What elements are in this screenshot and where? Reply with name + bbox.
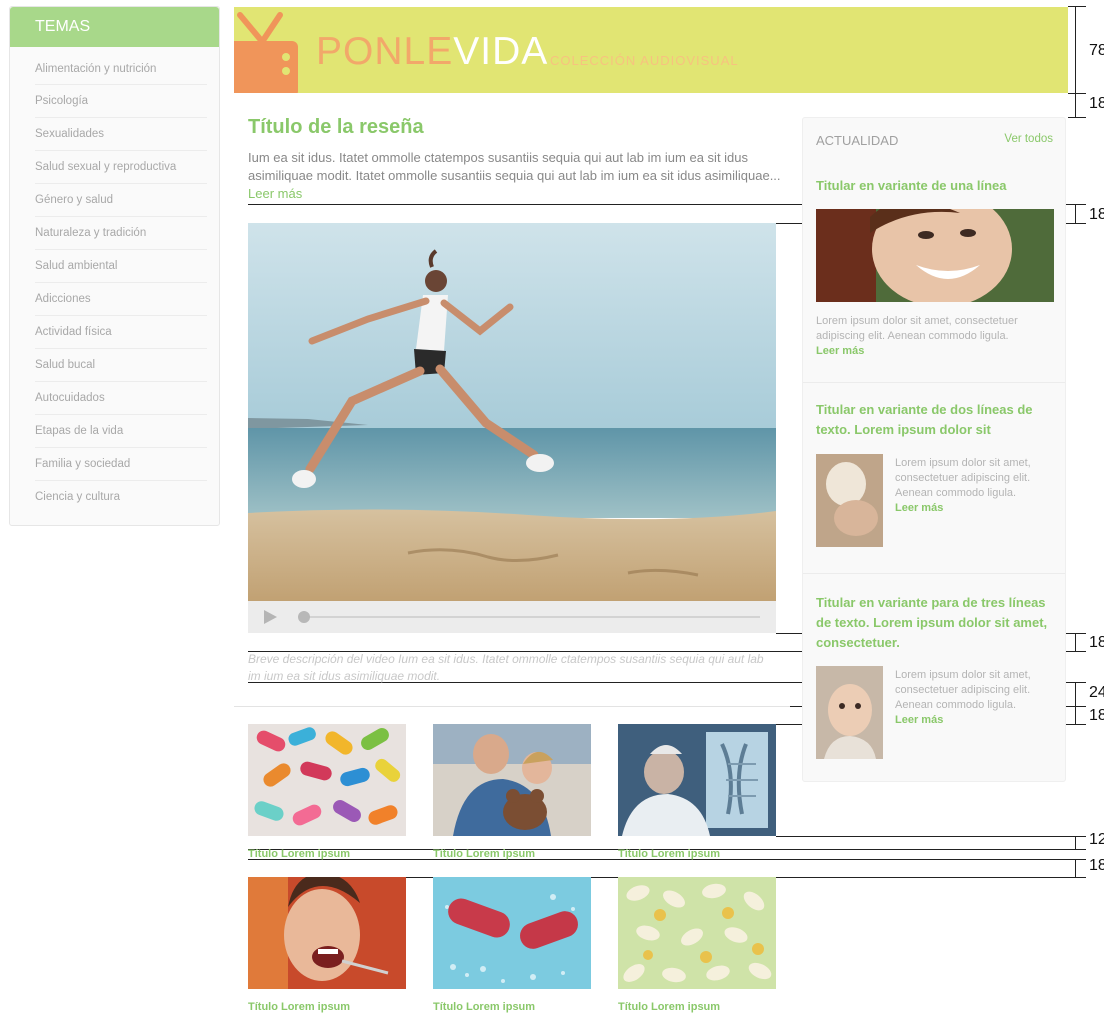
sidebar-item[interactable]: Salud bucal [35,349,207,382]
sidebar-item[interactable]: Autocuidados [35,382,207,415]
measure-bracket [1075,706,1076,724]
news-item-title[interactable]: Titular en variante de dos líneas de tex… [816,400,1061,440]
thumbnail-title[interactable]: Título Lorem ipsum [248,1001,350,1013]
thumbnail-title[interactable]: Título Lorem ipsum [433,1001,535,1013]
news-item-text: Lorem ipsum dolor sit amet, consectetuer… [895,668,1055,728]
brand-subtitle: COLECCIÓN AUDIOVISUAL [550,53,739,68]
news-separator [803,573,1065,574]
measure-line [1068,93,1086,94]
measure-bracket [1075,836,1076,849]
review-summary: Ium ea sit idus. Itatet ommolle ctatempo… [248,149,788,203]
play-icon[interactable] [264,610,277,624]
measure-label: 18 [1089,95,1104,112]
pills-photo-thumbnail[interactable] [248,724,406,836]
measure-label: 24 [1089,684,1104,701]
video-progress-handle[interactable] [298,611,310,623]
sidebar-item[interactable]: Alimentación y nutrición [35,47,207,85]
tablets-photo-thumbnail[interactable] [618,877,776,989]
sidebar-item[interactable]: Psicología [35,85,207,118]
sidebar-item[interactable]: Ciencia y cultura [35,481,207,514]
sidebar-item[interactable]: Sexualidades [35,118,207,151]
baby-photo[interactable] [816,666,883,759]
video-controls [248,601,776,633]
sidebar-item[interactable]: Etapas de la vida [35,415,207,448]
news-read-more[interactable]: Leer más [895,502,943,514]
xray-doctor-photo-thumbnail[interactable] [618,724,776,836]
measure-label: 18 [1089,857,1104,874]
sidebar-item[interactable]: Actividad física [35,316,207,349]
news-separator [803,382,1065,383]
thumbnail-title[interactable]: Título Lorem ipsum [618,1001,720,1013]
video-progress-track[interactable] [300,616,760,618]
garlic-photo[interactable] [816,454,883,547]
sidebar-item[interactable]: Naturaleza y tradición [35,217,207,250]
see-all-link[interactable]: Ver todos [1004,133,1053,145]
thumbnail-title[interactable]: Título Lorem ipsum [248,848,350,860]
brand-logo: PONLEVIDA [316,32,548,71]
news-header: ACTUALIDAD [816,133,899,148]
tv-logo-icon [234,12,298,93]
measure-bracket [1075,859,1076,877]
news-item-summary: Lorem ipsum dolor sit amet, consectetuer… [816,315,1018,342]
dental-photo-thumbnail[interactable] [248,877,406,989]
measure-label: 18 [1089,206,1104,223]
news-panel: ACTUALIDAD Ver todos Titular en variante… [802,117,1066,782]
read-more-link[interactable]: Leer más [248,186,302,201]
thumbnail-title[interactable]: Título Lorem ipsum [618,848,720,860]
thumbnail-title[interactable]: Título Lorem ipsum [433,848,535,860]
review-title: Título de la reseña [248,116,424,138]
measure-bracket [1075,6,1076,117]
section-divider [234,706,790,707]
video-description: Breve descripción del video Ium ea sit i… [248,652,764,683]
measure-line [1068,6,1086,7]
news-item-summary: Lorem ipsum dolor sit amet, consectetuer… [895,669,1031,711]
video-player-frame[interactable] [248,223,776,601]
news-read-more[interactable]: Leer más [816,345,864,357]
measure-label: 18 [1089,634,1104,651]
sidebar-title: TEMAS [10,7,219,47]
measure-line [776,836,1086,837]
page: TEMAS Alimentación y nutrición Psicologí… [0,0,1104,1013]
smiling-woman-photo[interactable] [816,209,1054,302]
sidebar-item[interactable]: Género y salud [35,184,207,217]
measure-bracket [1075,633,1076,652]
capsule-photo-thumbnail[interactable] [433,877,591,989]
review-summary-text: Ium ea sit idus. Itatet ommolle ctatempo… [248,150,781,183]
measure-line [1068,117,1086,118]
news-item-summary: Lorem ipsum dolor sit amet, consectetuer… [895,457,1031,499]
sidebar-item[interactable]: Adicciones [35,283,207,316]
measure-label: 12 [1089,831,1104,848]
brand-part-b: VIDA [453,30,549,73]
measure-bracket [1075,682,1076,706]
measure-bracket [1075,204,1076,224]
sidebar-item[interactable]: Salud ambiental [35,250,207,283]
news-read-more[interactable]: Leer más [895,714,943,726]
news-item-text: Lorem ipsum dolor sit amet, consectetuer… [895,456,1055,516]
news-item-title[interactable]: Titular en variante para de tres líneas … [816,593,1061,653]
sidebar-item[interactable]: Familia y sociedad [35,448,207,481]
sidebar-item[interactable]: Salud sexual y reproductiva [35,151,207,184]
topics-sidebar: TEMAS Alimentación y nutrición Psicologí… [9,6,220,526]
measure-label: 18 [1089,707,1104,724]
site-banner[interactable]: PONLEVIDA COLECCIÓN AUDIOVISUAL [234,7,1068,93]
brand-part-a: PONLE [316,30,454,73]
news-item-text: Lorem ipsum dolor sit amet, consectetuer… [816,314,1056,359]
news-item-title[interactable]: Titular en variante de una línea [816,176,1061,196]
measure-label: 78 [1089,42,1104,59]
mother-child-photo-thumbnail[interactable] [433,724,591,836]
topics-list: Alimentación y nutrición Psicología Sexu… [10,47,219,514]
